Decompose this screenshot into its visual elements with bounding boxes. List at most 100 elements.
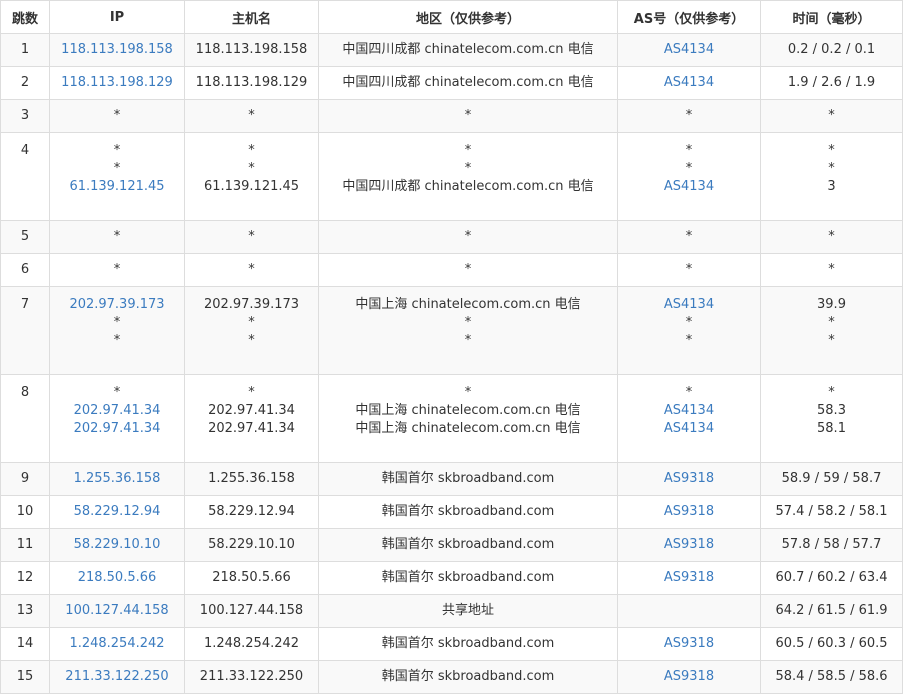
region-value: 韩国首尔 skbroadband.com (381, 570, 555, 585)
asn-link[interactable]: AS9318 (618, 635, 760, 653)
table-body: 1 118.113.198.158 118.113.198.158 中国四川成都 ch… (0, 33, 903, 694)
region-value: 中国上海 chinatelecom.com.cn 电信 (355, 297, 581, 312)
ip-value: * (113, 385, 121, 400)
asn-link[interactable]: AS4134 (618, 178, 760, 196)
hostname-value: 202.97.41.34 (208, 403, 295, 418)
asn-cell: * (617, 99, 761, 133)
hop-number: 12 (16, 570, 34, 585)
region-cell: 韩国首尔 skbroadband.com (318, 561, 618, 595)
ip-cell: 211.33.122.250 (49, 660, 185, 694)
region-value: 韩国首尔 skbroadband.com (381, 636, 555, 651)
region-value: 中国上海 chinatelecom.com.cn 电信 (355, 421, 581, 436)
ip-link[interactable]: 218.50.5.66 (50, 569, 184, 587)
table-row: 2 118.113.198.129 118.113.198.129 中国四川成都 ch… (0, 66, 903, 100)
ip-cell: 218.50.5.66 (49, 561, 185, 595)
asn-link[interactable]: AS9318 (618, 668, 760, 686)
ip-link[interactable]: 118.113.198.129 (50, 74, 184, 92)
asn-value: * (685, 385, 693, 400)
asn-link[interactable]: AS9318 (618, 503, 760, 521)
time-value: * (828, 262, 835, 277)
asn-cell: AS9318 (617, 495, 761, 529)
asn-link[interactable]: AS4134 (618, 402, 760, 420)
hostname-value: 58.229.10.10 (208, 537, 295, 552)
hostname-value: 1.255.36.158 (208, 471, 295, 486)
ip-link[interactable]: 100.127.44.158 (50, 602, 184, 620)
hostname-value: * (248, 262, 255, 277)
ip-link[interactable]: 58.229.12.94 (50, 503, 184, 521)
column-header-region: 地区（仅供参考） (318, 0, 618, 34)
hop-cell: 5 (0, 220, 50, 254)
time-value: 57.8 / 58 / 57.7 (781, 537, 882, 552)
ip-cell: 1.248.254.242 (49, 627, 185, 661)
column-header-time: 时间（毫秒） (760, 0, 903, 34)
table-row: 6 * * * * * (0, 253, 903, 287)
ip-link[interactable]: 202.97.41.34 (50, 402, 184, 420)
hop-number: 15 (16, 669, 34, 684)
time-value: * (828, 229, 835, 244)
hop-cell: 4 (0, 132, 50, 221)
asn-link[interactable]: AS9318 (618, 536, 760, 554)
region-cell: * 中国上海 chinatelecom.com.cn 电信 中国上海 chinate… (318, 374, 618, 463)
time-cell: 58.4 / 58.5 / 58.6 (760, 660, 903, 694)
time-value: 58.3 (817, 403, 846, 418)
hop-number: 11 (16, 537, 34, 552)
hostname-cell: * (184, 99, 319, 133)
time-value: 3 (827, 179, 836, 194)
region-cell: 共享地址 (318, 594, 618, 628)
region-value: * (464, 229, 472, 244)
hostname-value: 58.229.12.94 (208, 504, 295, 519)
asn-link[interactable]: AS4134 (618, 296, 760, 314)
hop-number: 6 (20, 262, 30, 277)
time-cell: 57.4 / 58.2 / 58.1 (760, 495, 903, 529)
region-value: * (464, 385, 472, 400)
region-value: * (464, 108, 472, 123)
time-value: 64.2 / 61.5 / 61.9 (775, 603, 888, 618)
time-cell: 0.2 / 0.2 / 0.1 (760, 33, 903, 67)
time-cell: 58.9 / 59 / 58.7 (760, 462, 903, 496)
ip-link[interactable]: 202.97.39.173 (50, 296, 184, 314)
hostname-cell: * (184, 253, 319, 287)
ip-value: * (113, 161, 121, 176)
region-cell: 韩国首尔 skbroadband.com (318, 660, 618, 694)
hop-number: 7 (20, 297, 30, 312)
asn-link[interactable]: AS4134 (618, 41, 760, 59)
ip-cell: * (49, 253, 185, 287)
table-row: 8 * 202.97.41.34 202.97.41.34 * 202.97.41.34 2… (0, 374, 903, 463)
asn-link[interactable]: AS9318 (618, 470, 760, 488)
hop-number: 5 (20, 229, 30, 244)
table-row: 9 1.255.36.158 1.255.36.158 韩国首尔 skbroadban… (0, 462, 903, 496)
ip-link[interactable]: 211.33.122.250 (50, 668, 184, 686)
ip-cell: * 202.97.41.34 202.97.41.34 (49, 374, 185, 463)
region-cell: 中国上海 chinatelecom.com.cn 电信 * * (318, 286, 618, 375)
hostname-cell: 100.127.44.158 (184, 594, 319, 628)
time-cell: * (760, 220, 903, 254)
ip-cell: * (49, 220, 185, 254)
region-value: 中国四川成都 chinatelecom.com.cn 电信 (342, 75, 594, 90)
asn-link[interactable]: AS9318 (618, 569, 760, 587)
asn-cell: AS4134 (617, 66, 761, 100)
table-row: 12 218.50.5.66 218.50.5.66 韩国首尔 skbroadband… (0, 561, 903, 595)
hostname-value: * (248, 161, 255, 176)
time-cell: 60.7 / 60.2 / 63.4 (760, 561, 903, 595)
ip-link[interactable]: 1.255.36.158 (50, 470, 184, 488)
time-value: * (828, 161, 835, 176)
ip-link[interactable]: 58.229.10.10 (50, 536, 184, 554)
ip-link[interactable]: 1.248.254.242 (50, 635, 184, 653)
ip-link[interactable]: 202.97.41.34 (50, 420, 184, 438)
hostname-value: 118.113.198.129 (195, 75, 308, 90)
hostname-value: 118.113.198.158 (195, 42, 308, 57)
hostname-cell: * (184, 220, 319, 254)
region-value: * (464, 315, 472, 330)
hostname-value: 1.248.254.242 (203, 636, 300, 651)
asn-link[interactable]: AS4134 (618, 420, 760, 438)
ip-link[interactable]: 118.113.198.158 (50, 41, 184, 59)
asn-link[interactable]: AS4134 (618, 74, 760, 92)
time-value: 57.4 / 58.2 / 58.1 (775, 504, 888, 519)
time-cell: * * 3 (760, 132, 903, 221)
time-value: 58.1 (817, 421, 846, 436)
region-cell: 韩国首尔 skbroadband.com (318, 528, 618, 562)
ip-link[interactable]: 61.139.121.45 (50, 178, 184, 196)
hostname-cell: * 202.97.41.34 202.97.41.34 (184, 374, 319, 463)
region-value: 中国上海 chinatelecom.com.cn 电信 (355, 403, 581, 418)
column-header-ip: IP (49, 0, 185, 34)
